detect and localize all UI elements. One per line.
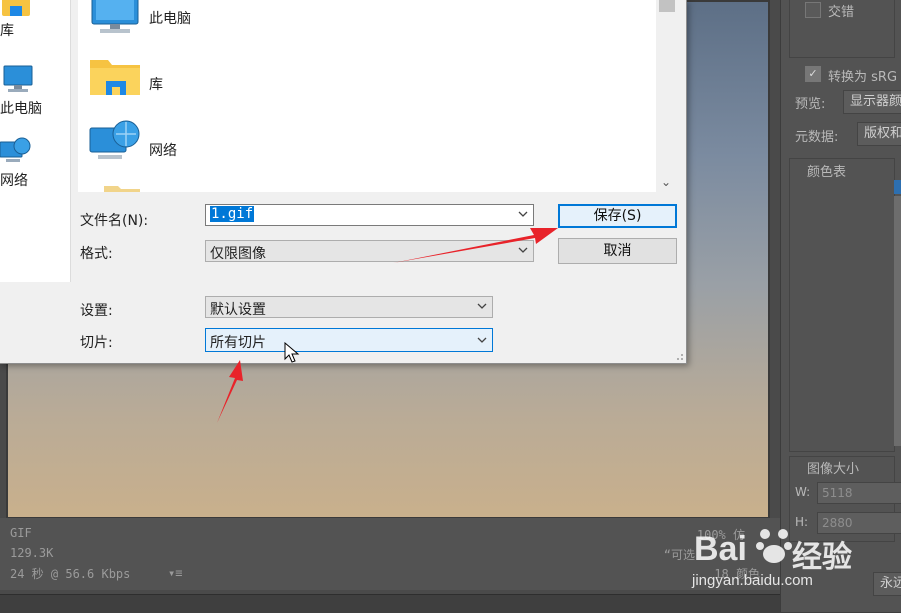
chevron-down-icon (477, 303, 487, 309)
folder-icon (2, 0, 30, 16)
baidu-watermark: Bai 经验 jingyan.baidu.com (690, 510, 901, 594)
preview-select[interactable]: 显示器颜 (843, 90, 901, 114)
color-swatch[interactable] (894, 180, 901, 194)
slices-select[interactable]: 所有切片 (205, 328, 493, 352)
color-table-group (789, 158, 895, 452)
filename-input[interactable]: 1.gif (205, 204, 534, 226)
settings-label: 设置: (80, 303, 113, 319)
file-item-library[interactable]: 库 (88, 50, 388, 112)
menu-icon[interactable]: ▾≡ (168, 566, 182, 580)
chevron-down-icon (477, 337, 487, 343)
mouse-cursor-icon (284, 342, 300, 363)
cancel-button[interactable]: 取消 (558, 238, 677, 264)
nav-item-this-pc[interactable]: 此电脑 (0, 60, 70, 120)
paw-icon (756, 529, 792, 563)
download-time-text: 24 秒 @ 56.6 Kbps (10, 567, 131, 581)
baidu-logo-text: Bai (694, 530, 747, 568)
nav-item-label: 网络 (0, 173, 28, 189)
filename-value: 1.gif (210, 206, 255, 222)
nav-item-network[interactable]: 网络 (0, 132, 70, 192)
slices-label: 切片: (80, 335, 113, 351)
resize-grip-icon[interactable] (674, 351, 684, 361)
file-item-network[interactable]: 网络 (88, 116, 388, 178)
metadata-select[interactable]: 版权和 (857, 122, 901, 146)
watermark-url: jingyan.baidu.com (692, 572, 813, 589)
interlaced-checkbox[interactable] (805, 2, 821, 18)
preview-info: GIF 129.3K 24 秒 @ 56.6 Kbps ▾≡ 100% 仿 “可… (0, 518, 780, 590)
library-folder-icon (90, 60, 140, 95)
file-item-label: 库 (149, 77, 163, 93)
size-text: 129.3K (10, 546, 54, 560)
color-table-label: 颜色表 (807, 165, 847, 180)
chevron-down-icon[interactable] (517, 207, 529, 221)
format-value: 仅限图像 (210, 246, 266, 262)
format-text: GIF (10, 526, 32, 540)
file-list-scrollbar[interactable]: ⌄ (656, 0, 678, 192)
nav-item-label: 库 (0, 23, 14, 39)
metadata-label: 元数据: (795, 130, 839, 145)
convert-srgb-checkbox[interactable]: ✓ (805, 66, 821, 82)
width-field[interactable]: 5118 (817, 482, 901, 504)
nav-item-label: 此电脑 (0, 101, 42, 117)
computer-icon (91, 0, 139, 33)
settings-value: 默认设置 (210, 302, 266, 318)
file-item-folder[interactable] (88, 178, 388, 192)
folder-icon (104, 186, 140, 192)
convert-srgb-label: 转换为 sRG (828, 70, 898, 85)
file-item-label: 网络 (149, 143, 177, 159)
color-table-grid (894, 196, 901, 446)
settings-select[interactable]: 默认设置 (205, 296, 493, 318)
scrollbar-thumb[interactable] (659, 0, 675, 12)
nav-item-library[interactable]: 库 (0, 0, 70, 42)
chevron-down-icon (518, 247, 528, 253)
navigation-pane: 库 此电脑 网络 (0, 0, 71, 282)
chevron-down-icon[interactable]: ⌄ (661, 175, 671, 189)
network-icon (0, 137, 31, 162)
bottom-bar (0, 594, 901, 613)
save-button[interactable]: 保存(S) (558, 204, 677, 228)
computer-icon (3, 65, 33, 92)
image-size-label: 图像大小 (807, 462, 860, 477)
network-icon (89, 120, 140, 159)
format-select[interactable]: 仅限图像 (205, 240, 534, 262)
file-item-this-pc[interactable]: 此电脑 (88, 0, 388, 46)
file-list: 此电脑 库 网络 (78, 0, 656, 192)
slices-value: 所有切片 (210, 335, 266, 351)
save-dialog: 库 此电脑 网络 此电脑 库 网络 ⌄ 文件名(N): 1.gif 格式: 仅限… (0, 0, 687, 364)
interlaced-label: 交错 (828, 5, 855, 20)
jingyan-logo-text: 经验 (792, 540, 852, 575)
width-label: W: (795, 485, 811, 499)
file-item-label: 此电脑 (149, 11, 191, 27)
preview-label: 预览: (795, 97, 826, 112)
format-label: 格式: (80, 246, 113, 262)
filename-label: 文件名(N): (80, 213, 149, 229)
